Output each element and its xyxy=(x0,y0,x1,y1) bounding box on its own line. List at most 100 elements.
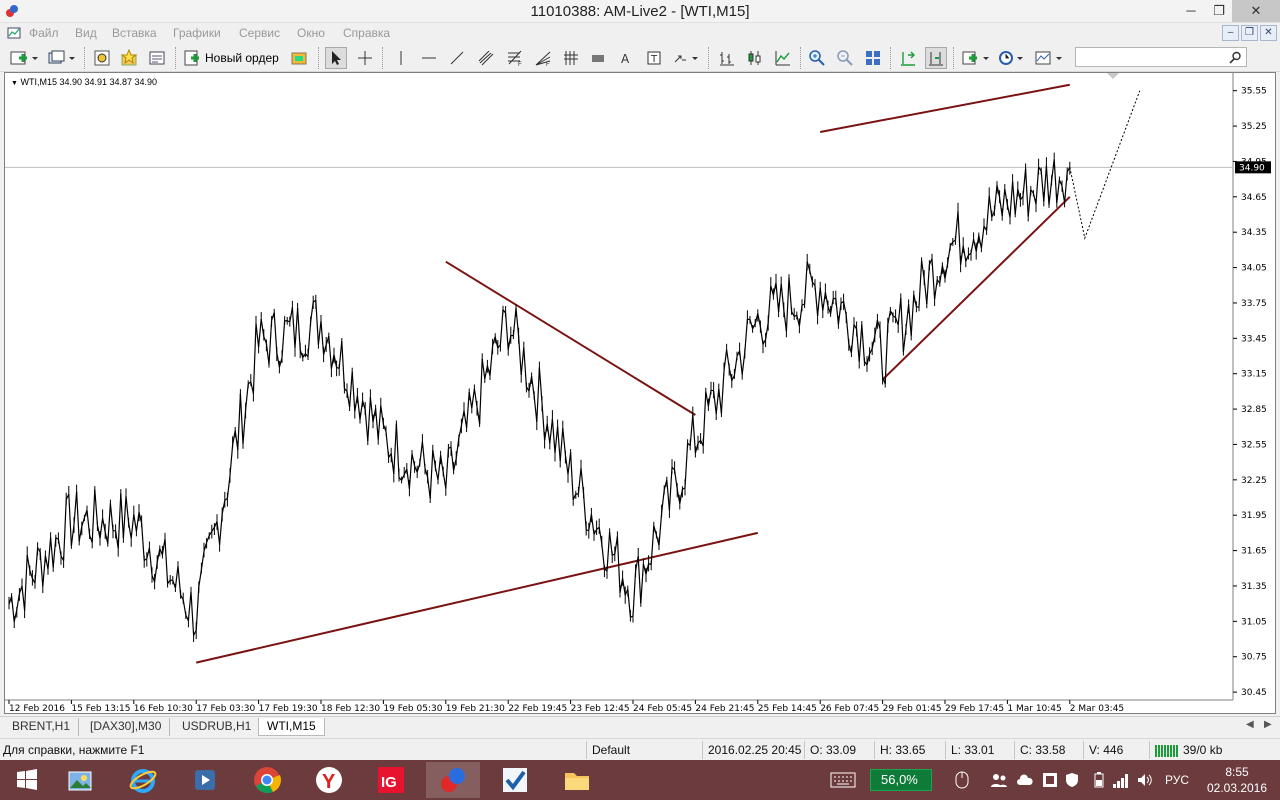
volume-icon[interactable] xyxy=(1134,770,1156,790)
text-label-icon: T xyxy=(647,51,661,65)
text-tool-button[interactable]: A xyxy=(615,47,637,69)
fibo-fan-tool-button[interactable]: F xyxy=(532,47,554,69)
arrows-tool-button[interactable] xyxy=(671,47,701,69)
auto-scroll-button[interactable] xyxy=(897,47,919,69)
collapse-triangle-icon[interactable]: ▼ xyxy=(11,80,18,87)
vertical-line-tool-button[interactable] xyxy=(390,47,412,69)
taskbar-checkmark-app[interactable] xyxy=(488,762,542,798)
zoom-in-button[interactable] xyxy=(806,47,828,69)
chart-window[interactable]: 35.5535.2534.9534.6534.3534.0533.7533.45… xyxy=(4,72,1276,714)
indicators-button[interactable] xyxy=(960,47,992,69)
price-axis-label: 33.75 xyxy=(1241,299,1267,309)
tile-windows-button[interactable] xyxy=(862,47,884,69)
taskbar-chrome[interactable] xyxy=(240,762,294,798)
chart-shift-button[interactable] xyxy=(925,47,947,69)
taskbar-app-blue[interactable] xyxy=(178,762,232,798)
battery-icon[interactable] xyxy=(1090,770,1108,790)
price-segment xyxy=(668,467,673,511)
chart-tabs: BRENT,H1 [DAX30],M30 USDRUB,H1 WTI,M15 ◀… xyxy=(0,716,1280,736)
menu-view[interactable]: Вид xyxy=(75,26,97,40)
time-axis-label: 29 Feb 01:45 xyxy=(883,704,942,713)
new-chart-button[interactable] xyxy=(8,47,40,69)
menu-window[interactable]: Окно xyxy=(297,26,325,40)
new-order-label: Новый ордер xyxy=(205,51,279,65)
language-indicator[interactable]: РУС xyxy=(1160,770,1194,790)
trendline xyxy=(195,531,759,664)
cursor-tool-button[interactable] xyxy=(325,47,347,69)
price-axis-label: 31.65 xyxy=(1241,547,1267,557)
taskbar-metatrader[interactable] xyxy=(426,762,480,798)
mdi-restore-button[interactable]: ❐ xyxy=(1241,25,1258,41)
mouse-icon[interactable] xyxy=(950,770,974,790)
menu-help[interactable]: Справка xyxy=(343,26,390,40)
tab-scroll-left-icon[interactable]: ◀ xyxy=(1246,719,1254,730)
periods-button[interactable] xyxy=(996,47,1028,69)
app-tray-icon[interactable] xyxy=(1040,770,1060,790)
menu-tools[interactable]: Сервис xyxy=(239,26,280,40)
text-label-tool-button[interactable]: T xyxy=(643,47,665,69)
tab-scroll-right-icon[interactable]: ▶ xyxy=(1264,719,1272,730)
time-axis-label: 1 Mar 10:45 xyxy=(1007,704,1061,713)
bar-chart-button[interactable] xyxy=(716,47,738,69)
price-segment xyxy=(785,277,790,332)
profiles-button[interactable] xyxy=(46,47,78,69)
touch-keyboard-icon[interactable] xyxy=(828,770,858,790)
navigator-button[interactable] xyxy=(118,47,140,69)
line-chart-button[interactable] xyxy=(772,47,794,69)
status-separator xyxy=(945,741,946,759)
new-order-button[interactable]: Новый ордер xyxy=(183,47,285,69)
tab-usdrub-h1[interactable]: USDRUB,H1 xyxy=(174,718,261,736)
system-clock[interactable]: 8:55 02.03.2016 xyxy=(1196,764,1278,796)
crosshair-tool-button[interactable] xyxy=(354,47,376,69)
price-segment xyxy=(190,591,195,636)
taskbar-ig-trading[interactable]: IG xyxy=(364,762,418,798)
wifi-signal-icon[interactable] xyxy=(1110,770,1132,790)
price-segment xyxy=(861,324,865,362)
zoom-out-button[interactable] xyxy=(834,47,856,69)
taskbar-explorer-photos[interactable] xyxy=(54,762,108,798)
restore-button[interactable]: ❐ xyxy=(1204,0,1234,22)
rectangle-tool-button[interactable] xyxy=(587,47,609,69)
time-axis-label: 24 Feb 05:45 xyxy=(633,704,692,713)
taskbar-yandex-browser[interactable]: Y xyxy=(302,762,356,798)
terminal-button[interactable] xyxy=(146,47,168,69)
internet-explorer-icon xyxy=(129,769,157,793)
trendline-tool-button[interactable] xyxy=(446,47,468,69)
templates-button[interactable] xyxy=(1033,47,1065,69)
tab-wti-m15[interactable]: WTI,M15 xyxy=(258,718,325,736)
market-watch-button[interactable] xyxy=(91,47,113,69)
fibonacci-tool-button[interactable]: F xyxy=(504,47,526,69)
battery-status-badge[interactable]: 56,0% xyxy=(870,769,932,791)
menu-charts[interactable]: Графики xyxy=(173,26,221,40)
gann-tool-button[interactable] xyxy=(560,47,582,69)
tab-brent-h1[interactable]: BRENT,H1 xyxy=(4,718,80,736)
search-input[interactable] xyxy=(1075,47,1247,67)
close-button[interactable]: ✕ xyxy=(1232,0,1280,22)
taskbar-internet-explorer[interactable] xyxy=(116,762,170,798)
terminal-icon xyxy=(149,51,165,65)
price-segment xyxy=(294,307,299,349)
autotrading-button[interactable] xyxy=(288,47,310,69)
price-segment xyxy=(601,543,605,569)
price-chart[interactable]: 35.5535.2534.9534.6534.3534.0533.7533.45… xyxy=(5,73,1275,713)
candlestick-chart-button[interactable] xyxy=(744,47,766,69)
security-tray-icon[interactable] xyxy=(1062,770,1082,790)
start-button[interactable] xyxy=(0,762,54,798)
menu-insert[interactable]: Вставка xyxy=(112,26,157,40)
time-axis-label: 29 Feb 17:45 xyxy=(945,704,1004,713)
metatrader-icon xyxy=(441,768,465,792)
tab-dax30-m30[interactable]: [DAX30],M30 xyxy=(82,718,171,736)
network-people-icon[interactable] xyxy=(988,770,1010,790)
minimize-button[interactable]: ─ xyxy=(1176,0,1206,22)
time-axis-label: 15 Feb 13:15 xyxy=(71,704,130,713)
cloud-icon[interactable] xyxy=(1014,770,1036,790)
menu-file[interactable]: Файл xyxy=(29,26,59,40)
mdi-minimize-button[interactable]: – xyxy=(1222,25,1239,41)
templates-icon xyxy=(1035,51,1062,65)
horizontal-line-tool-button[interactable] xyxy=(418,47,440,69)
taskbar-file-explorer[interactable] xyxy=(550,762,604,798)
channel-tool-button[interactable] xyxy=(475,47,497,69)
price-segment xyxy=(557,426,561,462)
status-close: C: 33.58 xyxy=(1020,743,1066,757)
mdi-close-button[interactable]: ✕ xyxy=(1260,25,1277,41)
